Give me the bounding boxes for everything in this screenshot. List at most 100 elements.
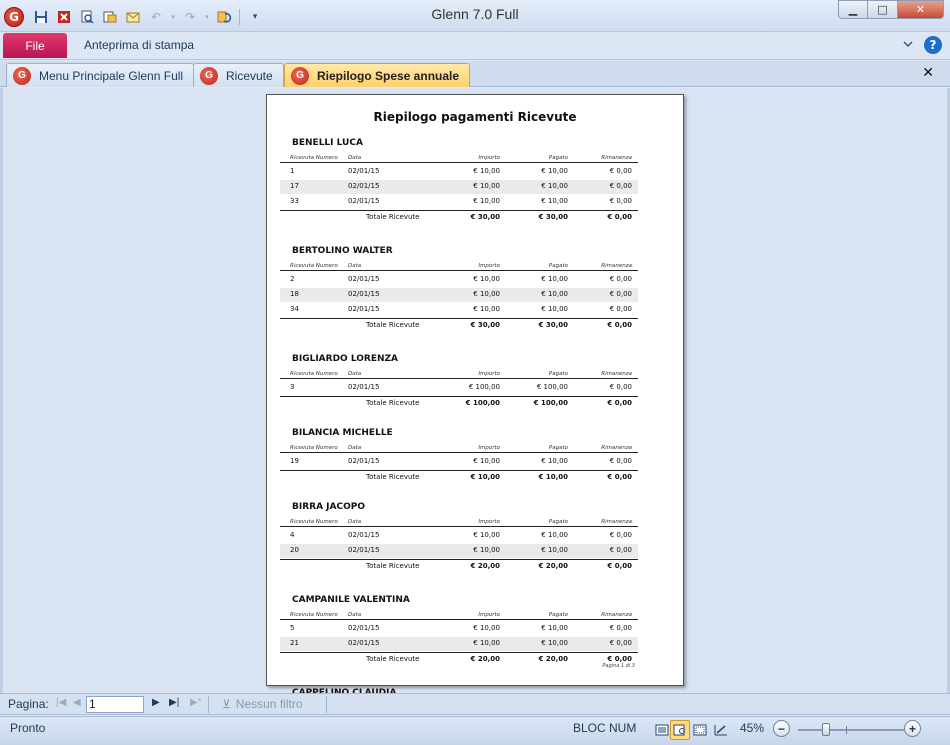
column-header: Ricevuta Numero <box>290 519 338 525</box>
layout-view-icon[interactable] <box>690 720 710 740</box>
column-header: Ricevuta Numero <box>290 612 338 618</box>
previous-page-icon[interactable]: ◀ <box>73 697 81 708</box>
table-cell: 02/01/15 <box>348 305 380 313</box>
ribbon-tabs: File Anteprima di stampa ? <box>0 32 950 60</box>
column-header: Importo <box>478 612 500 618</box>
zoom-slider-center-mark <box>846 726 847 734</box>
doc-tab-riepilogo-spese[interactable]: G Riepilogo Spese annuale <box>284 63 471 87</box>
column-header: Ricevuta Numero <box>290 445 338 451</box>
table-cell: € 10,00 <box>541 275 568 283</box>
zoom-in-button[interactable]: + <box>904 720 921 737</box>
table-cell: 3 <box>290 383 295 391</box>
minimize-button[interactable]: ▁ <box>838 0 868 19</box>
column-header-row: Ricevuta Numero Data Importo Pagato Rimanenz… <box>280 261 638 271</box>
column-header-row: Ricevuta Numero Data Importo Pagato Rimanenz… <box>280 517 638 527</box>
customer-name: BILANCIA MICHELLE <box>292 428 393 438</box>
total-label: Totale Ricevute <box>366 655 420 663</box>
column-header: Pagato <box>548 371 568 377</box>
total-label: Totale Ricevute <box>366 562 420 570</box>
first-page-icon[interactable]: |◀ <box>56 697 66 708</box>
table-cell: 02/01/15 <box>348 639 380 647</box>
maximize-button[interactable]: □ <box>868 0 898 19</box>
table-cell: € 10,00 <box>541 546 568 554</box>
table-cell: € 10,00 <box>541 197 568 205</box>
table-cell: € 10,00 <box>473 531 500 539</box>
page-number-input[interactable]: 1 <box>86 696 144 713</box>
last-page-icon[interactable]: ▶| <box>169 697 179 708</box>
next-page-icon[interactable]: ▶ <box>152 697 160 708</box>
table-cell: 02/01/15 <box>348 167 380 175</box>
total-cell: € 30,00 <box>470 321 500 329</box>
total-cell: € 30,00 <box>538 213 568 221</box>
customer-name: BENELLI LUCA <box>292 138 363 148</box>
filter-button[interactable]: ⊻ Nessun filtro <box>222 697 303 711</box>
table-cell: € 0,00 <box>609 167 632 175</box>
column-header: Rimanenza <box>601 519 632 525</box>
zoom-out-button[interactable]: − <box>773 720 790 737</box>
table-cell: 02/01/15 <box>348 457 380 465</box>
window-controls: ▁ □ ✕ <box>838 0 944 19</box>
close-button[interactable]: ✕ <box>898 0 944 19</box>
help-icon[interactable]: ? <box>924 36 942 54</box>
total-row: Totale Ricevute € 10,00 € 10,00 € 0,00 <box>280 470 638 484</box>
table-cell: € 10,00 <box>541 531 568 539</box>
form-icon: G <box>200 66 218 85</box>
table-cell: € 10,00 <box>541 167 568 175</box>
close-tab-icon[interactable]: ✕ <box>922 65 934 81</box>
total-row: Totale Ricevute € 30,00 € 30,00 € 0,00 <box>280 318 638 332</box>
total-cell: € 0,00 <box>607 321 632 329</box>
page-label: Pagina: <box>8 697 49 711</box>
customer-name: BIGLIARDO LORENZA <box>292 354 398 364</box>
table-row: 21 02/01/15 € 10,00 € 10,00 € 0,00 <box>280 637 638 651</box>
zoom-slider-thumb[interactable] <box>822 723 830 736</box>
table-row: 4 02/01/15 € 10,00 € 10,00 € 0,00 <box>280 529 638 543</box>
report-view-icon[interactable] <box>652 720 672 740</box>
table-cell: 02/01/15 <box>348 197 380 205</box>
table-row: 5 02/01/15 € 10,00 € 10,00 € 0,00 <box>280 622 638 636</box>
table-cell: 4 <box>290 531 295 539</box>
column-header: Rimanenza <box>601 445 632 451</box>
status-text: Pronto <box>10 721 46 735</box>
customer-name: BIRRA JACOPO <box>292 502 365 512</box>
window-title: Glenn 7.0 Full <box>431 6 519 22</box>
table-cell: € 10,00 <box>473 167 500 175</box>
doc-tab-ricevute[interactable]: G Ricevute <box>193 63 284 87</box>
page-number: Pagina 1 di 3 <box>602 663 635 669</box>
total-cell: € 30,00 <box>538 321 568 329</box>
table-cell: € 100,00 <box>536 383 568 391</box>
total-cell: € 20,00 <box>470 655 500 663</box>
table-cell: 33 <box>290 197 299 205</box>
design-view-icon[interactable] <box>711 720 731 740</box>
customer-name: CAMPANILE VALENTINA <box>292 595 410 605</box>
column-header-row: Ricevuta Numero Data Importo Pagato Rimanenz… <box>280 443 638 453</box>
print-preview-view-icon[interactable] <box>670 720 690 740</box>
table-cell: 19 <box>290 457 299 465</box>
column-header: Ricevuta Numero <box>290 371 338 377</box>
table-row: 20 02/01/15 € 10,00 € 10,00 € 0,00 <box>280 544 638 558</box>
tab-print-preview[interactable]: Anteprima di stampa <box>84 38 194 52</box>
doc-tab-menu-principale[interactable]: G Menu Principale Glenn Full <box>6 63 195 87</box>
table-cell: € 10,00 <box>541 182 568 190</box>
table-row: 2 02/01/15 € 10,00 € 10,00 € 0,00 <box>280 273 638 287</box>
record-navigation-bar: Pagina: |◀ ◀ 1 ▶ ▶| ▶* ⊻ Nessun filtro <box>0 693 950 715</box>
table-cell: € 10,00 <box>473 305 500 313</box>
zoom-slider[interactable] <box>798 723 904 736</box>
zoom-level: 45% <box>740 721 765 735</box>
table-cell: € 10,00 <box>541 305 568 313</box>
total-cell: € 0,00 <box>607 473 632 481</box>
column-header: Pagato <box>548 445 568 451</box>
title-bar: G ↶ ▾ ↷ ▾ ▾ Glenn 7.0 Full ▁ □ ✕ <box>0 0 950 32</box>
table-cell: 02/01/15 <box>348 383 380 391</box>
table-cell: € 0,00 <box>609 275 632 283</box>
file-tab[interactable]: File <box>3 33 67 58</box>
new-record-icon[interactable]: ▶* <box>190 697 202 708</box>
no-filter-icon: ⊻ <box>222 697 231 711</box>
doc-tab-label: Ricevute <box>226 68 273 83</box>
table-cell: € 0,00 <box>609 546 632 554</box>
column-header: Importo <box>478 519 500 525</box>
total-cell: € 20,00 <box>538 562 568 570</box>
print-preview-area[interactable]: Riepilogo pagamenti Ricevute BENELLI LUC… <box>0 88 950 713</box>
ribbon-collapse-icon[interactable] <box>902 38 914 53</box>
numlock-indicator: BLOC NUM <box>573 721 637 735</box>
table-cell: € 100,00 <box>468 383 500 391</box>
